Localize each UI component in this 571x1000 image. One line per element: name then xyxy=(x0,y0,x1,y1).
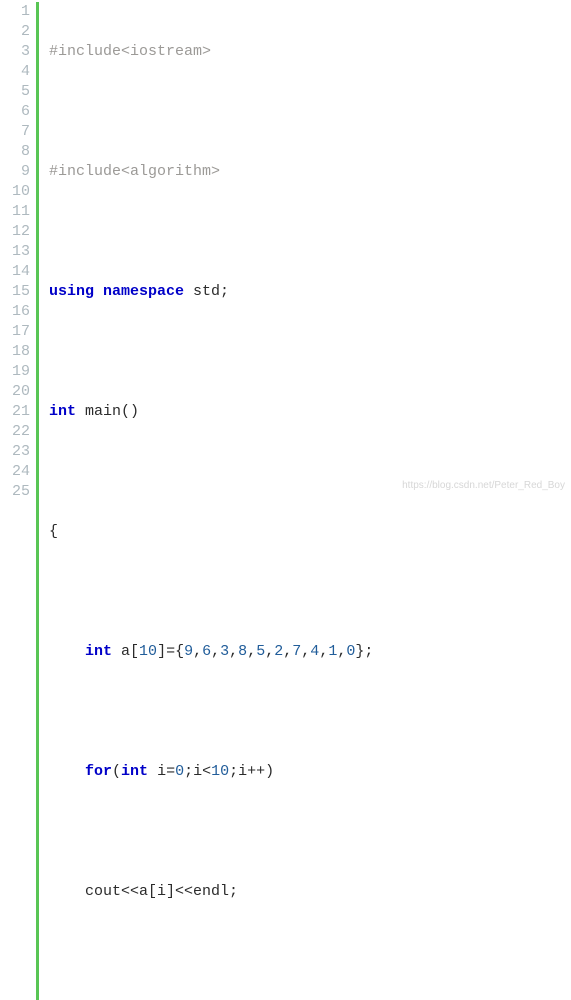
code-line xyxy=(49,702,571,722)
number: 3 xyxy=(220,643,229,660)
watermark-text: https://blog.csdn.net/Peter_Red_Boy xyxy=(402,476,565,496)
code-line xyxy=(49,582,571,602)
keyword: int xyxy=(85,643,112,660)
line-number: 3 xyxy=(0,42,30,62)
code-line: { xyxy=(49,522,571,542)
code-line xyxy=(49,942,571,962)
number: 0 xyxy=(346,643,355,660)
indent xyxy=(49,883,85,900)
number: 5 xyxy=(256,643,265,660)
line-number: 6 xyxy=(0,102,30,122)
code-line: #include<algorithm> xyxy=(49,162,571,182)
line-number: 19 xyxy=(0,362,30,382)
preprocessor: #include<algorithm> xyxy=(49,163,220,180)
line-number: 13 xyxy=(0,242,30,262)
number: 7 xyxy=(292,643,301,660)
preprocessor: #include<iostream> xyxy=(49,43,211,60)
change-marker-bar xyxy=(36,2,39,1000)
code-text: { xyxy=(49,523,58,540)
line-number: 9 xyxy=(0,162,30,182)
line-number: 10 xyxy=(0,182,30,202)
line-number: 1 xyxy=(0,2,30,22)
keyword: for xyxy=(85,763,112,780)
keyword: int xyxy=(121,763,148,780)
code-line: int a[10]={9,6,3,8,5,2,7,4,1,0}; xyxy=(49,642,571,662)
number: 10 xyxy=(139,643,157,660)
line-number: 15 xyxy=(0,282,30,302)
code-line xyxy=(49,102,571,122)
code-text: a[ xyxy=(112,643,139,660)
indent xyxy=(49,643,85,660)
comma: , xyxy=(247,643,256,660)
keyword: namespace xyxy=(103,283,184,300)
comma: , xyxy=(211,643,220,660)
line-number: 20 xyxy=(0,382,30,402)
line-number: 17 xyxy=(0,322,30,342)
line-number: 14 xyxy=(0,262,30,282)
code-line xyxy=(49,222,571,242)
line-number: 21 xyxy=(0,402,30,422)
comma: , xyxy=(229,643,238,660)
code-text: ;i< xyxy=(184,763,211,780)
line-number: 5 xyxy=(0,82,30,102)
line-number-gutter: 1 2 3 4 5 6 7 8 9 10 11 12 13 14 15 16 1… xyxy=(0,2,36,1000)
line-number: 7 xyxy=(0,122,30,142)
comma: , xyxy=(319,643,328,660)
number: 2 xyxy=(274,643,283,660)
comma: , xyxy=(337,643,346,660)
code-line: int main() xyxy=(49,402,571,422)
number: 10 xyxy=(211,763,229,780)
number: 8 xyxy=(238,643,247,660)
code-text: i= xyxy=(148,763,175,780)
line-number: 22 xyxy=(0,422,30,442)
code-text: cout<<a[i]<<endl; xyxy=(85,883,238,900)
keyword: int xyxy=(49,403,76,420)
line-number: 23 xyxy=(0,442,30,462)
number: 9 xyxy=(184,643,193,660)
indent xyxy=(49,763,85,780)
code-area[interactable]: #include<iostream> #include<algorithm> u… xyxy=(49,2,571,1000)
code-text: ( xyxy=(112,763,121,780)
line-number: 4 xyxy=(0,62,30,82)
code-line xyxy=(49,822,571,842)
code-text: ;i++) xyxy=(229,763,274,780)
line-number: 18 xyxy=(0,342,30,362)
comma: , xyxy=(193,643,202,660)
line-number: 12 xyxy=(0,222,30,242)
line-number: 11 xyxy=(0,202,30,222)
code-line xyxy=(49,342,571,362)
number: 1 xyxy=(328,643,337,660)
comma: , xyxy=(265,643,274,660)
code-line: cout<<a[i]<<endl; xyxy=(49,882,571,902)
number: 4 xyxy=(310,643,319,660)
line-number: 2 xyxy=(0,22,30,42)
code-text: }; xyxy=(355,643,373,660)
code-line: #include<iostream> xyxy=(49,42,571,62)
line-number: 25 xyxy=(0,482,30,502)
line-number: 16 xyxy=(0,302,30,322)
number: 6 xyxy=(202,643,211,660)
code-text: std; xyxy=(184,283,229,300)
line-number: 8 xyxy=(0,142,30,162)
line-number: 24 xyxy=(0,462,30,482)
code-text: ]={ xyxy=(157,643,184,660)
code-line: using namespace std; xyxy=(49,282,571,302)
comma: , xyxy=(301,643,310,660)
code-editor: 1 2 3 4 5 6 7 8 9 10 11 12 13 14 15 16 1… xyxy=(0,0,571,1000)
number: 0 xyxy=(175,763,184,780)
code-line: for(int i=0;i<10;i++) xyxy=(49,762,571,782)
code-text: main() xyxy=(76,403,139,420)
comma: , xyxy=(283,643,292,660)
keyword: using xyxy=(49,283,94,300)
